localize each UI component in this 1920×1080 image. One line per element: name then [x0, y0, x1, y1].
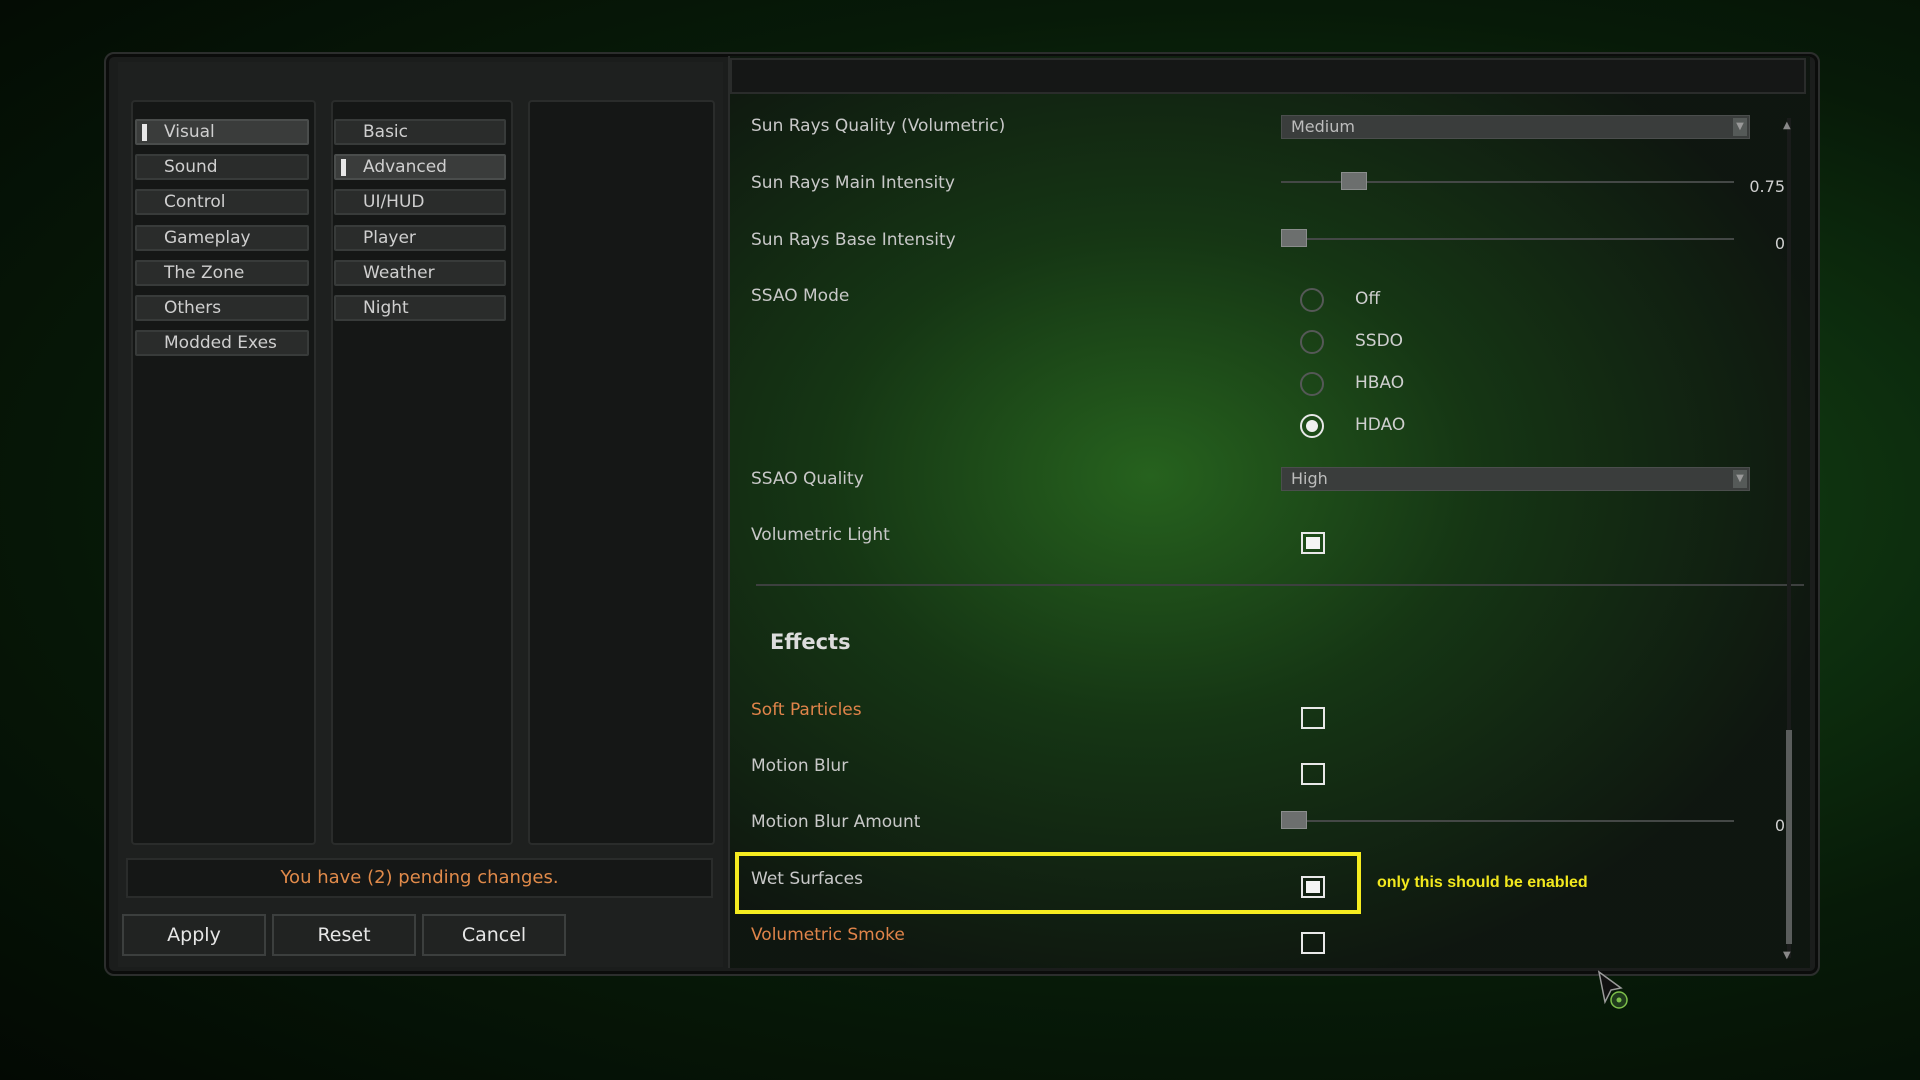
category-label: Others	[164, 298, 222, 318]
subcategory-player[interactable]: Player	[334, 225, 506, 251]
category-label: Gameplay	[164, 228, 251, 248]
reset-button[interactable]: Reset	[272, 914, 416, 956]
scroll-up-icon[interactable]: ▲	[1783, 120, 1791, 131]
sun-rays-quality-dropdown[interactable]: Medium ▼	[1281, 115, 1750, 139]
subcategory-night[interactable]: Night	[334, 295, 506, 321]
dropdown-value: Medium	[1291, 117, 1355, 136]
motion-blur-amount-track[interactable]	[1281, 820, 1734, 822]
category-control[interactable]: Control	[135, 189, 309, 215]
soft-particles-checkbox[interactable]	[1301, 707, 1325, 729]
ssao-mode-option-label: SSDO	[1355, 331, 1404, 351]
wet-surfaces-checkbox[interactable]	[1301, 876, 1325, 898]
ssao-quality-label: SSAO Quality	[751, 469, 864, 489]
volumetric-smoke-checkbox[interactable]	[1301, 932, 1325, 954]
section-divider	[756, 584, 1804, 586]
category-label: The Zone	[164, 263, 245, 283]
content-header-bar	[730, 58, 1806, 94]
ssao-mode-option-label: Off	[1355, 289, 1381, 309]
volumetric-smoke-label: Volumetric Smoke	[751, 925, 905, 945]
volumetric-light-checkbox[interactable]	[1301, 532, 1325, 554]
dropdown-value: High	[1291, 469, 1328, 488]
annotation-note: only this should be enabled	[1377, 874, 1588, 891]
subcategory-label: Night	[363, 298, 409, 318]
scroll-down-icon[interactable]: ▼	[1783, 950, 1791, 961]
apply-button[interactable]: Apply	[122, 914, 266, 956]
ssao-mode-label: SSAO Mode	[751, 286, 850, 306]
subcategory-weather[interactable]: Weather	[334, 260, 506, 286]
category-modded-exes[interactable]: Modded Exes	[135, 330, 309, 356]
motion-blur-amount-thumb[interactable]	[1281, 811, 1307, 829]
subcategory-label: Weather	[363, 263, 435, 283]
category-label: Visual	[164, 122, 215, 142]
category-visual[interactable]: Visual	[135, 119, 309, 145]
mouse-cursor-icon	[1597, 970, 1628, 1009]
category-label: Control	[164, 192, 226, 212]
subcategory-label: UI/HUD	[363, 192, 425, 212]
sun-rays-base-intensity-value: 0	[1774, 234, 1785, 253]
wet-surfaces-label: Wet Surfaces	[751, 869, 863, 889]
empty-column	[528, 100, 715, 845]
ssao-mode-ssdo-radio[interactable]	[1300, 330, 1324, 354]
effects-section-header: Effects	[770, 630, 851, 654]
ssao-quality-dropdown[interactable]: High ▼	[1281, 467, 1750, 491]
motion-blur-amount-label: Motion Blur Amount	[751, 812, 921, 832]
subcategory-ui-hud[interactable]: UI/HUD	[334, 189, 506, 215]
sun-rays-quality-label: Sun Rays Quality (Volumetric)	[751, 116, 1006, 136]
ssao-mode-option-label: HBAO	[1355, 373, 1405, 393]
chevron-down-icon: ▼	[1733, 118, 1747, 136]
category-gameplay[interactable]: Gameplay	[135, 225, 309, 251]
sun-rays-main-intensity-label: Sun Rays Main Intensity	[751, 173, 955, 193]
ssao-mode-off-radio[interactable]	[1300, 288, 1324, 312]
sun-rays-base-intensity-track[interactable]	[1281, 238, 1734, 240]
category-sound[interactable]: Sound	[135, 154, 309, 180]
active-marker	[142, 124, 147, 141]
category-the-zone[interactable]: The Zone	[135, 260, 309, 286]
scrollbar-thumb[interactable]	[1786, 730, 1792, 944]
motion-blur-label: Motion Blur	[751, 756, 849, 776]
subcategory-label: Advanced	[363, 157, 447, 177]
motion-blur-checkbox[interactable]	[1301, 763, 1325, 785]
soft-particles-label: Soft Particles	[751, 700, 862, 720]
active-marker	[341, 159, 346, 176]
category-label: Sound	[164, 157, 218, 177]
category-others[interactable]: Others	[135, 295, 309, 321]
pending-changes-message: You have (2) pending changes.	[126, 858, 713, 898]
sun-rays-main-intensity-thumb[interactable]	[1340, 172, 1367, 190]
subcategory-label: Basic	[363, 122, 409, 142]
motion-blur-amount-value: 0	[1774, 816, 1785, 835]
sun-rays-main-intensity-value: 0.75	[1749, 177, 1785, 196]
ssao-mode-option-label: HDAO	[1355, 415, 1406, 435]
cancel-button[interactable]: Cancel	[422, 914, 566, 956]
ssao-mode-hdao-radio[interactable]	[1300, 414, 1324, 438]
chevron-down-icon: ▼	[1733, 470, 1747, 488]
sun-rays-base-intensity-thumb[interactable]	[1281, 229, 1307, 247]
volumetric-light-label: Volumetric Light	[751, 525, 890, 545]
ssao-mode-hbao-radio[interactable]	[1300, 372, 1324, 396]
subcategory-advanced[interactable]: Advanced	[334, 154, 506, 180]
sun-rays-base-intensity-label: Sun Rays Base Intensity	[751, 230, 956, 250]
subcategory-label: Player	[363, 228, 416, 248]
category-label: Modded Exes	[164, 333, 277, 353]
subcategory-basic[interactable]: Basic	[334, 119, 506, 145]
